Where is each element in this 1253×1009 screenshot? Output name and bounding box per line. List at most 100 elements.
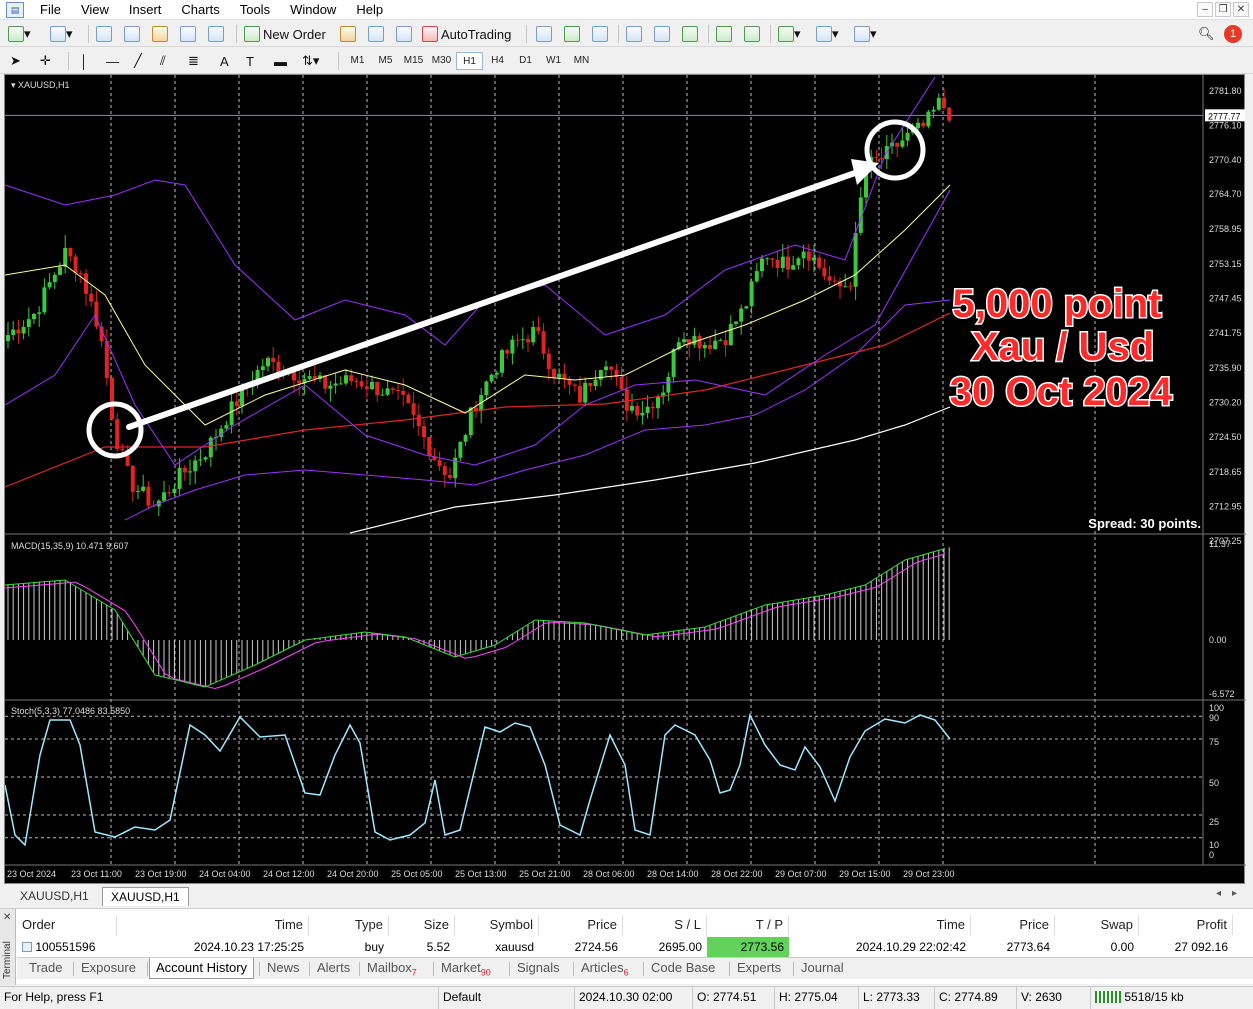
timeframe-d1[interactable]: D1 bbox=[512, 52, 539, 70]
col-swap[interactable]: Swap bbox=[1055, 915, 1139, 935]
trendline-icon[interactable]: ╱ bbox=[134, 51, 142, 71]
tab-articles[interactable]: Articles6 bbox=[575, 958, 635, 979]
bar-chart-icon[interactable] bbox=[536, 24, 552, 44]
col-close-price[interactable]: Price bbox=[971, 915, 1055, 935]
new-order-button[interactable]: New Order bbox=[244, 24, 326, 44]
price-tick-label: 2764.70 bbox=[1209, 189, 1242, 199]
timeframe-mn[interactable]: MN bbox=[568, 52, 595, 70]
profiles-button[interactable]: ▾ bbox=[50, 24, 73, 44]
line-chart-icon[interactable] bbox=[592, 24, 608, 44]
bull-candle bbox=[52, 274, 57, 283]
tab-market[interactable]: Market90 bbox=[435, 958, 497, 979]
tile-windows-icon[interactable] bbox=[682, 24, 698, 44]
menu-charts[interactable]: Charts bbox=[171, 2, 229, 17]
timeframe-m30[interactable]: M30 bbox=[428, 52, 455, 70]
chart-tab-1[interactable]: XAUUSD,H1 bbox=[12, 887, 97, 906]
scroll-right-icon[interactable]: ▸ bbox=[1232, 888, 1237, 899]
community-icon[interactable] bbox=[368, 24, 384, 44]
price-tick-label: 2724.50 bbox=[1209, 432, 1242, 442]
col-price[interactable]: Price bbox=[539, 915, 623, 935]
crosshair-icon[interactable]: ✛ bbox=[40, 51, 51, 71]
bear-candle bbox=[921, 122, 926, 127]
menu-file[interactable]: File bbox=[30, 2, 71, 17]
strategy-tester-icon[interactable] bbox=[208, 24, 224, 44]
signals-icon[interactable] bbox=[396, 24, 412, 44]
tab-exposure[interactable]: Exposure bbox=[75, 958, 142, 979]
restore-icon[interactable]: ❐ bbox=[1215, 2, 1231, 17]
bear-candle bbox=[526, 339, 530, 343]
zoom-in-icon[interactable] bbox=[626, 24, 642, 44]
metaeditor-icon[interactable] bbox=[340, 24, 356, 44]
tab-mailbox[interactable]: Mailbox7 bbox=[361, 958, 423, 979]
price-chart[interactable]: 2781.80 2776.10 2770.40 2764.70 2758.95 2753.… bbox=[5, 75, 1246, 885]
tab-signals[interactable]: Signals bbox=[511, 958, 566, 979]
zoom-out-icon[interactable] bbox=[654, 24, 670, 44]
indicators-button[interactable]: ▾ bbox=[778, 24, 801, 44]
templates-button[interactable]: ▾ bbox=[854, 24, 877, 44]
tab-experts[interactable]: Experts bbox=[731, 958, 787, 979]
new-chart-button[interactable]: ▾ bbox=[8, 24, 31, 44]
col-close-time[interactable]: Time bbox=[789, 915, 971, 935]
tab-trade[interactable]: Trade bbox=[23, 958, 68, 979]
col-order[interactable]: Order bbox=[17, 915, 117, 935]
bear-candle bbox=[505, 350, 510, 354]
vertical-line-icon[interactable]: │ bbox=[80, 51, 88, 71]
auto-scroll-icon[interactable] bbox=[716, 24, 732, 44]
market-watch-icon[interactable] bbox=[96, 24, 112, 44]
timeframe-m15[interactable]: M15 bbox=[400, 52, 427, 70]
tab-news[interactable]: News bbox=[261, 958, 306, 979]
text-icon[interactable]: A bbox=[220, 51, 229, 71]
close-icon[interactable]: ✕ bbox=[1233, 2, 1249, 17]
close-icon[interactable]: ✕ bbox=[3, 912, 11, 923]
bear-candle bbox=[552, 369, 556, 378]
bull-candle bbox=[916, 122, 920, 129]
navigator-icon[interactable] bbox=[124, 24, 140, 44]
timeframe-h4[interactable]: H4 bbox=[484, 52, 511, 70]
col-sl[interactable]: S / L bbox=[623, 915, 707, 935]
col-type[interactable]: Type bbox=[309, 915, 389, 935]
bull-candle bbox=[32, 313, 36, 320]
menu-window[interactable]: Window bbox=[280, 2, 346, 17]
tab-alerts[interactable]: Alerts bbox=[311, 958, 356, 979]
col-tp[interactable]: T / P bbox=[707, 915, 789, 935]
minimize-icon[interactable]: – bbox=[1197, 2, 1213, 17]
fibonacci-icon[interactable]: ≣ bbox=[188, 51, 199, 71]
row-sl: 2695.00 bbox=[658, 940, 702, 954]
col-size[interactable]: Size bbox=[389, 915, 455, 935]
bear-candle bbox=[562, 373, 567, 379]
rectangle-icon[interactable]: ▬ bbox=[274, 51, 287, 71]
menu-view[interactable]: View bbox=[71, 2, 119, 17]
time-tick-label: 25 Oct 13:00 bbox=[455, 869, 507, 879]
timeframe-h1[interactable]: H1 bbox=[456, 52, 483, 70]
autotrading-button[interactable]: AutoTrading bbox=[422, 24, 511, 44]
chart-tab-2[interactable]: XAUUSD,H1 bbox=[102, 887, 189, 906]
col-profit[interactable]: Profit bbox=[1139, 915, 1233, 935]
channel-icon[interactable]: ⫽ bbox=[160, 51, 166, 71]
bull-candle bbox=[385, 388, 390, 395]
candlestick-icon[interactable] bbox=[564, 24, 580, 44]
chart-window[interactable]: 2781.80 2776.10 2770.40 2764.70 2758.95 2753.… bbox=[4, 74, 1246, 885]
text-label-icon[interactable]: T bbox=[246, 51, 254, 71]
table-row[interactable]: 100551596 2024.10.23 17:25:25 buy 5.52 x… bbox=[17, 937, 1253, 957]
timeframe-w1[interactable]: W1 bbox=[540, 52, 567, 70]
notifications-icon[interactable]: 1 bbox=[1224, 24, 1242, 44]
terminal-icon[interactable] bbox=[180, 24, 196, 44]
horizontal-line-icon[interactable]: ― bbox=[106, 51, 119, 71]
periods-button[interactable]: ▾ bbox=[816, 24, 839, 44]
data-window-icon[interactable] bbox=[152, 24, 168, 44]
cursor-icon[interactable]: ➤ bbox=[10, 51, 21, 71]
arrows-icon[interactable]: ⇅▾ bbox=[302, 51, 319, 71]
search-icon[interactable]: 🔍︎ bbox=[1198, 24, 1215, 44]
menu-tools[interactable]: Tools bbox=[230, 2, 280, 17]
tab-journal[interactable]: Journal bbox=[795, 958, 850, 979]
scroll-left-icon[interactable]: ◂ bbox=[1216, 888, 1221, 899]
col-symbol[interactable]: Symbol bbox=[455, 915, 539, 935]
timeframe-m5[interactable]: M5 bbox=[372, 52, 399, 70]
menu-insert[interactable]: Insert bbox=[119, 2, 172, 17]
chart-shift-icon[interactable] bbox=[744, 24, 760, 44]
tab-account-history[interactable]: Account History bbox=[149, 958, 255, 979]
menu-help[interactable]: Help bbox=[346, 2, 393, 17]
timeframe-m1[interactable]: M1 bbox=[344, 52, 371, 70]
tab-code-base[interactable]: Code Base bbox=[645, 958, 721, 979]
col-time[interactable]: Time bbox=[117, 915, 309, 935]
